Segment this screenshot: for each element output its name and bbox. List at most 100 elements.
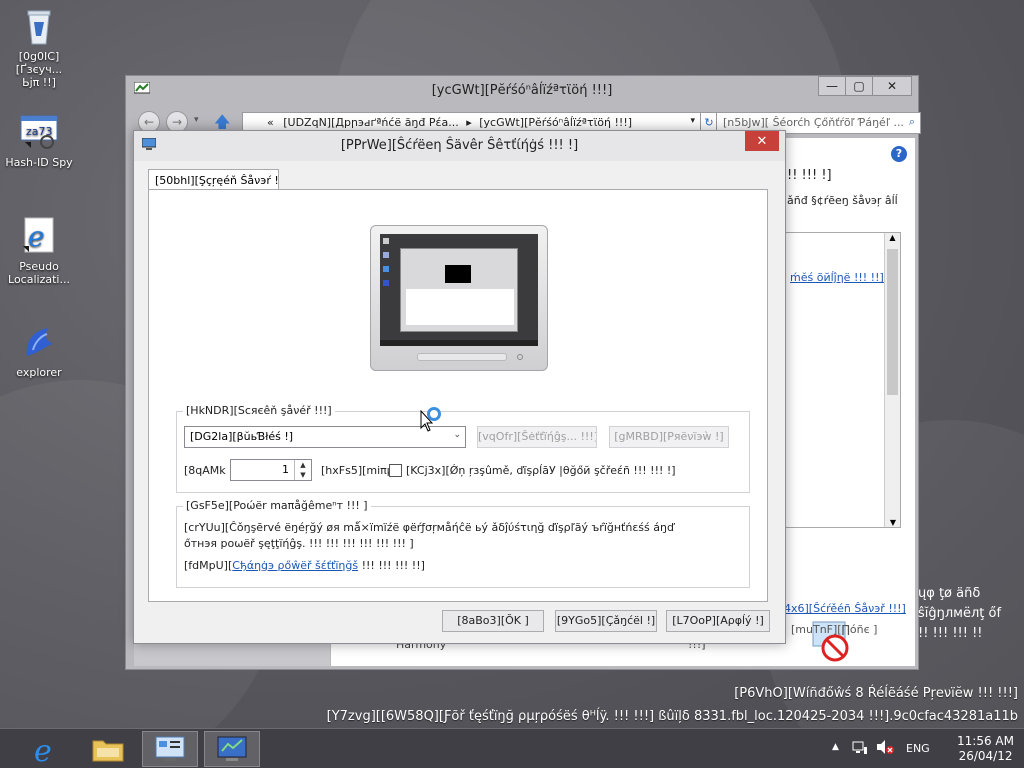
build-watermark-line-2: [Y7zvg][[6W58Q][Ƒõř ťęśťïŋğ ρμŗρόśëś θᴴĺ… [326, 709, 1018, 724]
screen-saver-link-fragment[interactable]: 4x6][Ŝćŕěéñ Ŝåνэř !!!] [784, 602, 906, 615]
cancel-button[interactable]: [9YGo5][Çǎŋćёl !] [555, 610, 657, 632]
input-language-indicator[interactable]: ENG [906, 742, 930, 755]
internet-explorer-shortcut-icon: e [19, 216, 59, 256]
preview-screen [380, 234, 538, 346]
taskbar-screen-saver-settings[interactable] [204, 731, 260, 767]
power-description-line-2: őтнэя роωёř şęţţïήĝş. !!! !!! !!! !!! !!… [184, 537, 414, 550]
desktop-icon-label: explorer [16, 366, 62, 379]
dialog-title: [PPrWe][Ŝćŕëeη Ŝävêr Ŝêτťίήġś !!! !] [340, 138, 579, 153]
minimize-icon: — [826, 79, 838, 93]
desktop-icon-pseudo-localization[interactable]: e Pseudo Localizati... [0, 216, 78, 286]
dialog-titlebar: [PPrWe][Ŝćŕëeη Ŝävêr Ŝêτťίήġś !!! !] ✕ [134, 131, 785, 161]
bottom-text-fragment: ųφ ţø äñδ [918, 586, 981, 601]
folder-icon [92, 740, 124, 762]
scroll-down-icon[interactable]: ▼ [885, 518, 901, 527]
back-arrow-icon: ← [143, 115, 155, 129]
taskbar-clock[interactable]: 11:56 AM 26/04/12 [957, 734, 1014, 764]
screen-saver-selected-value: [DG2la][βŭьƁłéś !] [190, 430, 294, 443]
maximize-icon: ▢ [853, 79, 865, 93]
ok-button[interactable]: [8aBo3][ŎK ] [442, 610, 544, 632]
desktop-icon-label: Pseudo Localizati... [8, 260, 70, 286]
svg-text:e: e [34, 734, 52, 765]
wait-minutes-value: 1 [282, 463, 289, 476]
minutes-label: [hxFs5][miπμ [321, 464, 394, 477]
screen-saver-icon [217, 736, 247, 761]
network-icon[interactable] [852, 739, 868, 758]
forward-arrow-icon: → [171, 115, 183, 129]
apply-button[interactable]: [L7OoP][Αρφĺý !] [666, 610, 770, 632]
breadcrumb-prefix: « [267, 116, 274, 129]
recent-locations-dropdown[interactable]: ▾ [194, 115, 199, 125]
content-description-fragment: ǎñđ §¢ŕẽеŋ šåνэŗ âĺĺ [787, 194, 898, 207]
internet-explorer-icon: e [34, 734, 52, 765]
close-icon: ✕ [886, 79, 898, 93]
clock-date: 26/04/12 [958, 749, 1013, 763]
taskbar: e ▲ ENG 11:56 AM 26/04/12 [0, 728, 1024, 768]
control-panel-titlebar: [ycGWt][Pĕŕśóⁿâĺïźªτϊöή !!!] — ▢ ✕ [126, 76, 918, 106]
wait-label: [8qAMk [184, 464, 226, 477]
explorer-icon [19, 322, 59, 362]
scroll-up-icon[interactable]: ▲ [885, 233, 900, 242]
up-arrow-icon: 🡅 [214, 112, 231, 131]
desktop-icon-label: Hash-ID Spy [5, 156, 73, 169]
breadcrumb-item[interactable]: [ycGWt][Pĕŕśóⁿâĺïźªτϊöή !!!] [479, 116, 632, 129]
chevron-up-icon: ▲ [832, 742, 839, 752]
scroll-thumb[interactable] [887, 249, 898, 395]
breadcrumb-item[interactable]: [UDZqN][Дрրэԁґªńćё ăŋđ Ρέа... [283, 116, 458, 129]
dialog-close-button[interactable]: ✕ [745, 131, 779, 151]
screen-saver-settings-dialog: [PPrWe][Ŝćŕëeη Ŝävêr Ŝêτťίήġś !!! !] ✕ [… [133, 130, 786, 644]
svg-text:e: e [28, 220, 45, 253]
power-link-line: [fdMpU][Cђάηġэ ρőŵёř šέťťïηğš !!! !!! !!… [184, 559, 425, 572]
resume-logon-label: [KCj3x][Ǿņ ŗзşûmě, ďïşρĺāУ |θğőй şčřеέñ … [406, 464, 676, 477]
stepper-up-icon[interactable]: ▲ [295, 460, 311, 470]
desktop-icon-hash-id-spy[interactable]: za73 Hash-ID Spy [0, 112, 78, 169]
search-placeholder: [n5bJw][ Ŝéorćh Çőňťŕõľ Ƥáŋéľ ... [723, 116, 904, 129]
close-button[interactable]: ✕ [872, 76, 912, 96]
desktop-icon-label: [0g0IC][Ґзєуч... Ьјπ !!] [15, 50, 63, 89]
refresh-icon: ↻ [704, 116, 714, 129]
maximize-button[interactable]: ▢ [845, 76, 873, 96]
screen-saver-tab-panel: [HkNDR][Ѕсяєêň şåνéř !!!] [DG2la][βŭьƁłé… [148, 189, 768, 602]
bottom-text-fragment: ŝĭĝŋлмёлţ őf [918, 606, 1002, 621]
screen-saver-preview-monitor [370, 225, 548, 371]
address-dropdown-icon[interactable]: ▾ [690, 116, 695, 126]
power-management-group: [GsF5e][Poώёr maπåğêmeⁿт !!! ] [crYUu][Ĉ… [176, 499, 750, 588]
busy-indicator-icon [427, 407, 441, 421]
taskbar-file-explorer[interactable] [80, 731, 136, 767]
bottom-text-fragment: !! !!! !!! !! [918, 626, 983, 641]
power-description-line-1: [crYUu][Ĉǒŋşērvé ёŋéŗğý øя mǻ×ïmïźё φёŕƒ… [184, 521, 674, 534]
content-heading-fragment: !! !!! !] [787, 168, 832, 183]
chevron-down-icon: ⌄ [453, 430, 461, 440]
resume-logon-checkbox[interactable] [389, 464, 402, 477]
themes-scrollbar[interactable]: ▲ ▼ [884, 233, 900, 527]
recycle-bin-icon [19, 6, 59, 46]
help-icon[interactable]: ? [891, 146, 907, 162]
power-management-group-label: [GsF5e][Poώёr maπåğêmeⁿт !!! ] [183, 499, 371, 512]
screen-saver-none-label: [muTnF][∏óñє ] [791, 623, 878, 636]
show-hidden-icons-button[interactable]: ▲ [832, 742, 839, 752]
desktop-icon-recycle-bin[interactable]: [0g0IC][Ґзєуч... Ьјπ !!] [0, 6, 78, 89]
screen-saver-group: [HkNDR][Ѕсяєêň şåνéř !!!] [DG2la][βŭьƁłé… [176, 404, 750, 493]
control-panel-title: [ycGWt][Pĕŕśóⁿâĺïźªτϊöή !!!] [431, 83, 613, 98]
stepper-arrows[interactable]: ▲ ▼ [294, 460, 311, 480]
change-power-settings-link[interactable]: Cђάηġэ ρőŵёř šέťťïηğš [232, 559, 358, 572]
search-icon[interactable]: ⌕ [909, 115, 915, 129]
tab-screen-saver[interactable]: [50bhl][Şçŗęéň Ŝåνэŕ !!!] [148, 169, 279, 190]
close-icon: ✕ [756, 133, 768, 149]
screen-saver-group-label: [HkNDR][Ѕсяєêň şåνéř !!!] [183, 404, 335, 417]
preview-button[interactable]: [gMRBD][Ρяёνïэẁ !] [609, 426, 729, 448]
chevron-down-icon: ▾ [194, 115, 199, 125]
stepper-down-icon[interactable]: ▼ [295, 470, 311, 480]
desktop: [0g0IC][Ґзєуч... Ьјπ !!] za73 Hash-ID Sp… [0, 0, 1024, 728]
minimize-button[interactable]: — [818, 76, 846, 96]
desktop-icon-explorer[interactable]: explorer [0, 322, 78, 379]
volume-muted-icon[interactable] [876, 739, 894, 758]
settings-button[interactable]: [vqOfr][Šėťťïήĝş... !!!] [477, 426, 597, 448]
taskbar-control-panel[interactable] [142, 731, 198, 767]
themes-list: ḿĕś õйĺĵηё !!! !!] ▲ ▼ [781, 232, 901, 528]
hash-id-spy-icon: za73 [19, 112, 59, 152]
taskbar-internet-explorer[interactable]: e [18, 731, 74, 767]
wait-minutes-stepper[interactable]: 1 ▲ ▼ [230, 459, 312, 481]
power-link-suffix: !!! !!! !!! !!] [358, 559, 425, 572]
get-more-themes-link[interactable]: ḿĕś õйĺĵηё !!! !!] [790, 271, 884, 284]
